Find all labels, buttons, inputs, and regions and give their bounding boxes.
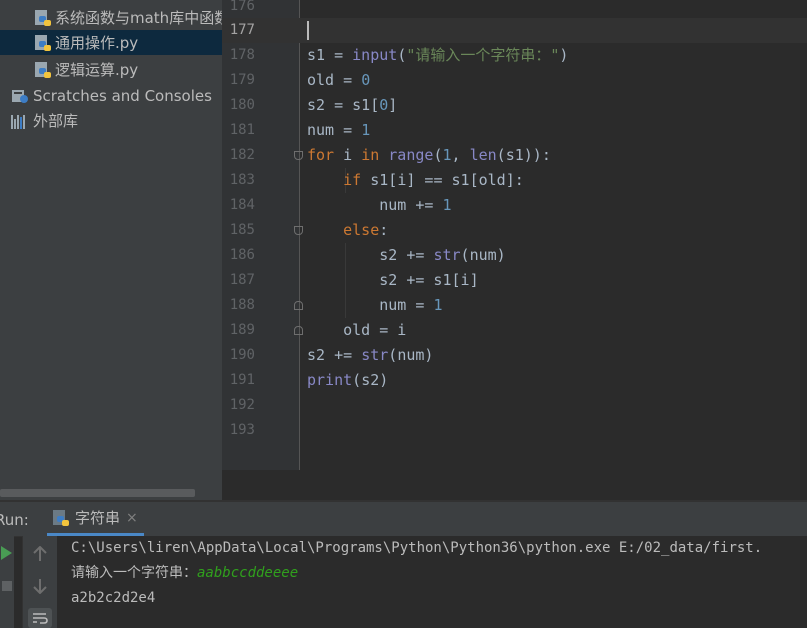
arrow-up-icon (33, 546, 47, 561)
fold-end-marker-icon[interactable] (294, 301, 303, 310)
line-number: 182 (229, 147, 255, 163)
python-file-icon (35, 34, 51, 51)
run-panel-header: Run: 字符串 × (0, 502, 807, 537)
code-line: old = i (307, 321, 407, 339)
line-number: 187 (229, 272, 255, 288)
library-icon (11, 113, 29, 129)
run-toolbar (0, 536, 14, 628)
console-prompt: 请输入一个字符串： (71, 565, 197, 581)
line-number: 178 (229, 47, 255, 63)
tree-item-label: 外部库 (33, 112, 79, 130)
current-line-highlight (222, 18, 807, 43)
tree-item-external-libs[interactable]: 外部库 (0, 108, 222, 133)
line-number: 186 (229, 247, 255, 263)
arrow-down-icon (33, 579, 47, 594)
stop-icon (2, 581, 12, 591)
code-line: if s1[i] == s1[old]: (343, 171, 524, 189)
run-panel-title: Run: (0, 511, 29, 529)
console-user-input: aabbccddeeee (197, 565, 299, 581)
line-number: 190 (229, 347, 255, 363)
run-tab-string[interactable]: 字符串 × (47, 502, 144, 536)
code-line: s2 += str(num) (307, 346, 434, 364)
code-line: s2 += s1[i] (307, 271, 479, 289)
python-file-icon (35, 9, 51, 26)
line-number: 181 (229, 122, 255, 138)
scroll-down-button[interactable] (31, 577, 49, 595)
stop-button[interactable] (0, 577, 14, 595)
code-line: s2 = s1[0] (307, 96, 398, 114)
code-line: s1 = input("请输入一个字符串：") (307, 46, 569, 64)
tree-item-file-general-ops[interactable]: 通用操作.py (0, 30, 222, 55)
soft-wrap-button[interactable] (28, 608, 52, 628)
fold-marker-icon[interactable] (294, 226, 303, 235)
text-caret (307, 21, 309, 40)
line-number: 189 (229, 322, 255, 338)
rerun-button[interactable] (0, 544, 14, 562)
tree-item-scratches[interactable]: Scratches and Consoles (0, 83, 222, 108)
console-command-line: C:\Users\liren\AppData\Local\Programs\Py… (71, 540, 763, 556)
code-line: old = 0 (307, 71, 371, 89)
project-tree: 系统函数与math库中函数 通用操作.py 逻辑运算.py Scratches … (0, 0, 222, 500)
console-output-line: a2b2c2d2e4 (71, 590, 156, 606)
tree-item-file-math[interactable]: 系统函数与math库中函数 (0, 5, 222, 30)
scroll-up-button[interactable] (31, 545, 49, 563)
code-line: num = 1 (307, 121, 371, 139)
console-toolbar (22, 536, 58, 628)
code-line: print(s2) (307, 371, 389, 389)
line-number: 185 (229, 222, 255, 238)
python-icon (53, 509, 69, 526)
line-number: 184 (229, 197, 255, 213)
close-icon[interactable]: × (126, 510, 138, 526)
python-file-icon (35, 61, 51, 78)
tree-item-label: 系统函数与math库中函数 (55, 9, 222, 27)
line-number: 180 (229, 97, 255, 113)
play-icon (1, 546, 12, 560)
console-input-line: 请输入一个字符串：aabbccddeeee (71, 561, 298, 586)
soft-wrap-icon (33, 613, 48, 624)
code-line: else: (343, 221, 389, 239)
line-number: 177 (229, 22, 255, 38)
line-number: 176 (229, 0, 255, 14)
line-number: 191 (229, 372, 255, 388)
code-line: num += 1 (307, 196, 452, 214)
tree-item-label: 通用操作.py (55, 34, 139, 52)
tree-item-label: Scratches and Consoles (33, 86, 212, 105)
code-line: num = 1 (307, 296, 443, 314)
line-number: 192 (229, 397, 255, 413)
code-line: s2 += str(num) (307, 246, 506, 264)
tree-horizontal-scrollbar[interactable] (0, 489, 195, 497)
scratches-icon (11, 87, 29, 105)
tree-item-file-logic-ops[interactable]: 逻辑运算.py (0, 57, 222, 82)
line-number: 183 (229, 172, 255, 188)
line-number: 188 (229, 297, 255, 313)
line-number: 179 (229, 72, 255, 88)
code-line: for i in range(1, len(s1)): (307, 146, 551, 164)
editor-bottom-area (222, 470, 807, 500)
fold-end-marker-icon[interactable] (294, 326, 303, 335)
run-tab-label: 字符串 (75, 509, 121, 527)
fold-marker-icon[interactable] (294, 151, 303, 160)
tree-item-label: 逻辑运算.py (55, 61, 139, 79)
line-number: 193 (229, 422, 255, 438)
